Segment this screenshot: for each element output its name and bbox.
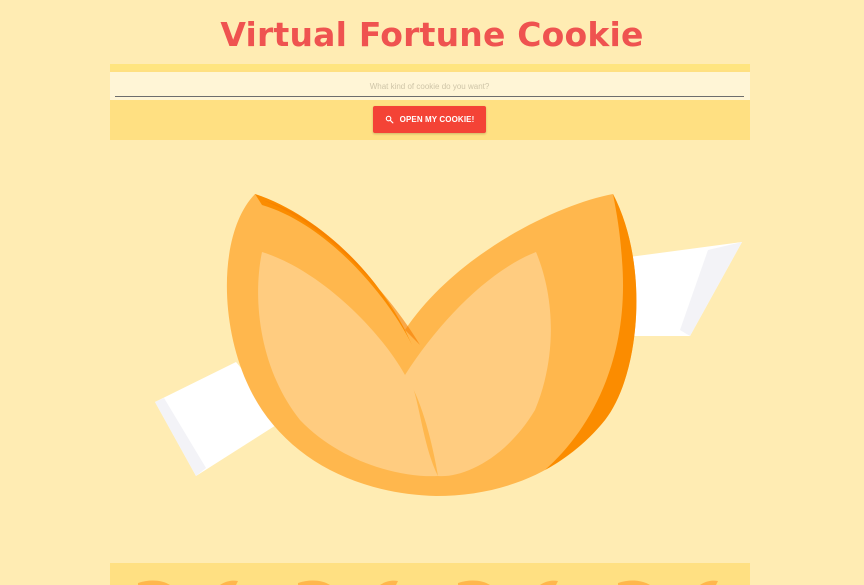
fortune-paper-right [622, 242, 742, 336]
search-panel: OPEN MY COOKIE! [110, 64, 750, 140]
page-title: Virtual Fortune Cookie [220, 15, 644, 54]
search-icon [385, 115, 394, 124]
cookie-search-input[interactable] [115, 76, 744, 97]
search-field-wrapper [110, 72, 750, 100]
page: Virtual Fortune Cookie OPEN MY COOKIE! [0, 0, 864, 585]
open-cookie-button[interactable]: OPEN MY COOKIE! [373, 106, 486, 133]
fortune-cookie-illustration[interactable] [150, 180, 750, 510]
open-cookie-button-label: OPEN MY COOKIE! [399, 115, 475, 124]
footer-cookie-strip [110, 563, 750, 585]
footer-cookie-pattern [138, 580, 718, 585]
